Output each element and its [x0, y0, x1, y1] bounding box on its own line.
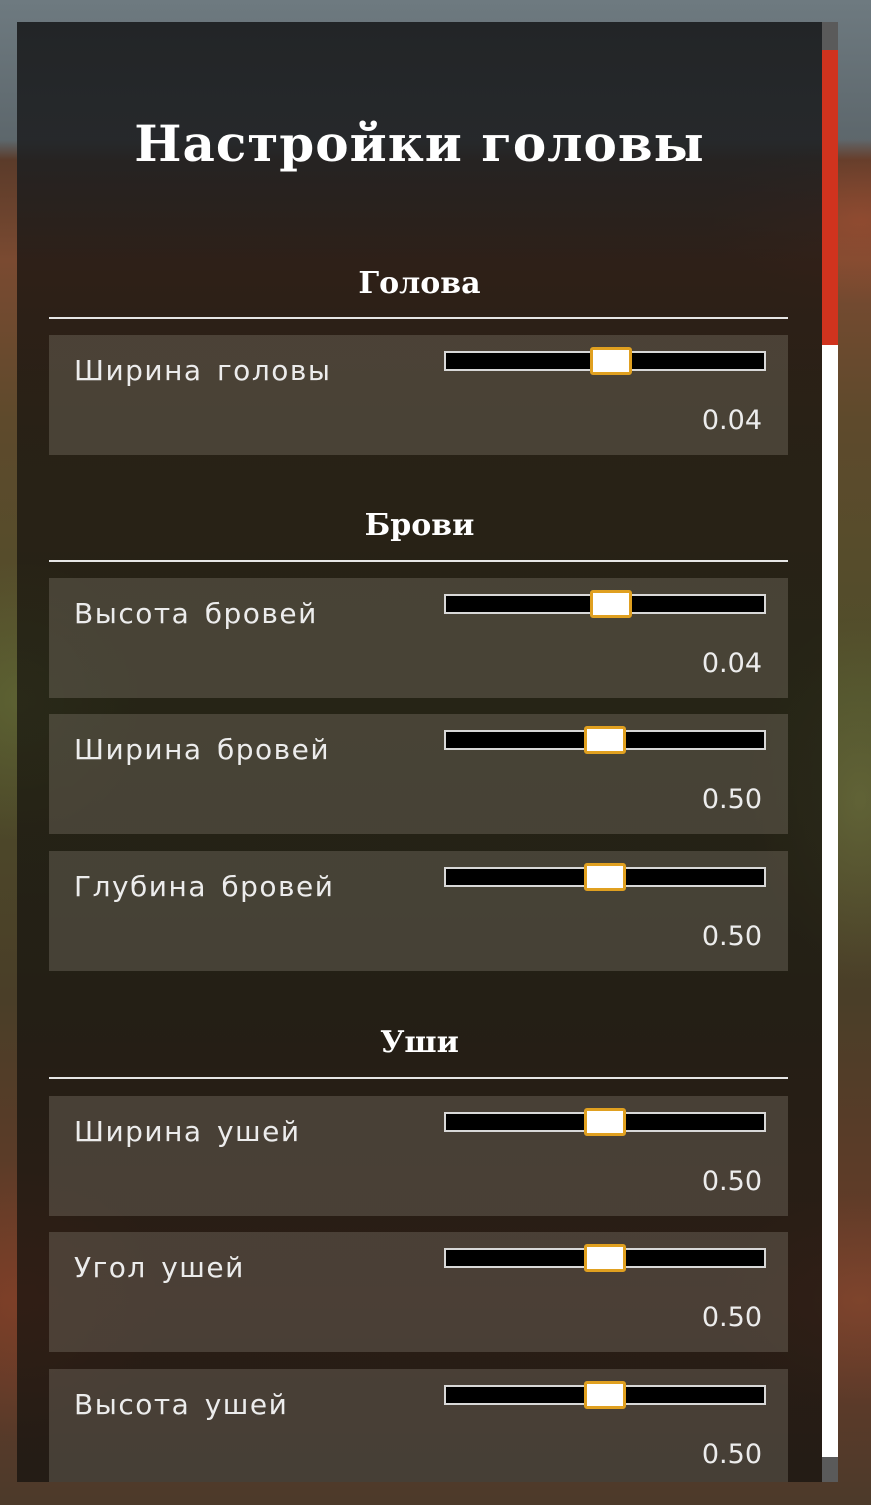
section-title-head: Голова — [358, 266, 481, 301]
head-width-slider[interactable] — [444, 347, 766, 375]
slider-handle[interactable] — [590, 347, 633, 375]
slider-handle[interactable] — [584, 1244, 626, 1272]
ear-angle-slider[interactable] — [444, 1244, 766, 1272]
slider-row-brow-height: Высота бровей 0.04 — [49, 578, 788, 698]
slider-value: 0.50 — [701, 1439, 762, 1470]
slider-row-brow-width: Ширина бровей 0.50 — [49, 714, 788, 834]
slider-handle[interactable] — [584, 1108, 626, 1136]
slider-handle[interactable] — [584, 1381, 626, 1409]
slider-label: Угол ушей — [74, 1251, 245, 1284]
slider-value: 0.50 — [701, 784, 762, 815]
slider-row-head-width: Ширина головы 0.04 — [49, 335, 788, 455]
slider-value: 0.50 — [701, 921, 762, 952]
slider-row-ear-width: Ширина ушей 0.50 — [49, 1096, 788, 1216]
section-title-ears: Уши — [380, 1025, 459, 1060]
head-settings-panel: Настройки головы Голова Ширина головы 0.… — [17, 22, 822, 1482]
brow-depth-slider[interactable] — [444, 863, 766, 891]
scrollbar[interactable] — [822, 22, 838, 1482]
slider-row-brow-depth: Глубина бровей 0.50 — [49, 851, 788, 971]
slider-label: Ширина ушей — [74, 1115, 301, 1148]
slider-row-ear-angle: Угол ушей 0.50 — [49, 1232, 788, 1352]
section-divider — [49, 317, 788, 319]
scrollbar-thumb[interactable] — [822, 50, 838, 345]
slider-value: 0.50 — [701, 1166, 762, 1197]
slider-handle[interactable] — [584, 863, 626, 891]
panel-title: Настройки головы — [134, 114, 705, 173]
section-divider — [49, 1077, 788, 1079]
slider-label: Высота бровей — [74, 597, 318, 630]
section-title-brows: Брови — [364, 508, 475, 543]
slider-value: 0.50 — [701, 1302, 762, 1333]
section-divider — [49, 560, 788, 562]
slider-handle[interactable] — [584, 726, 626, 754]
slider-label: Глубина бровей — [74, 870, 335, 903]
slider-row-ear-height: Высота ушей 0.50 — [49, 1369, 788, 1482]
slider-label: Ширина головы — [74, 354, 332, 387]
slider-label: Ширина бровей — [74, 733, 331, 766]
slider-value: 0.04 — [701, 648, 762, 679]
brow-width-slider[interactable] — [444, 726, 766, 754]
slider-value: 0.04 — [701, 405, 762, 436]
ear-height-slider[interactable] — [444, 1381, 766, 1409]
brow-height-slider[interactable] — [444, 590, 766, 618]
ear-width-slider[interactable] — [444, 1108, 766, 1136]
slider-handle[interactable] — [590, 590, 633, 618]
slider-label: Высота ушей — [74, 1388, 289, 1421]
